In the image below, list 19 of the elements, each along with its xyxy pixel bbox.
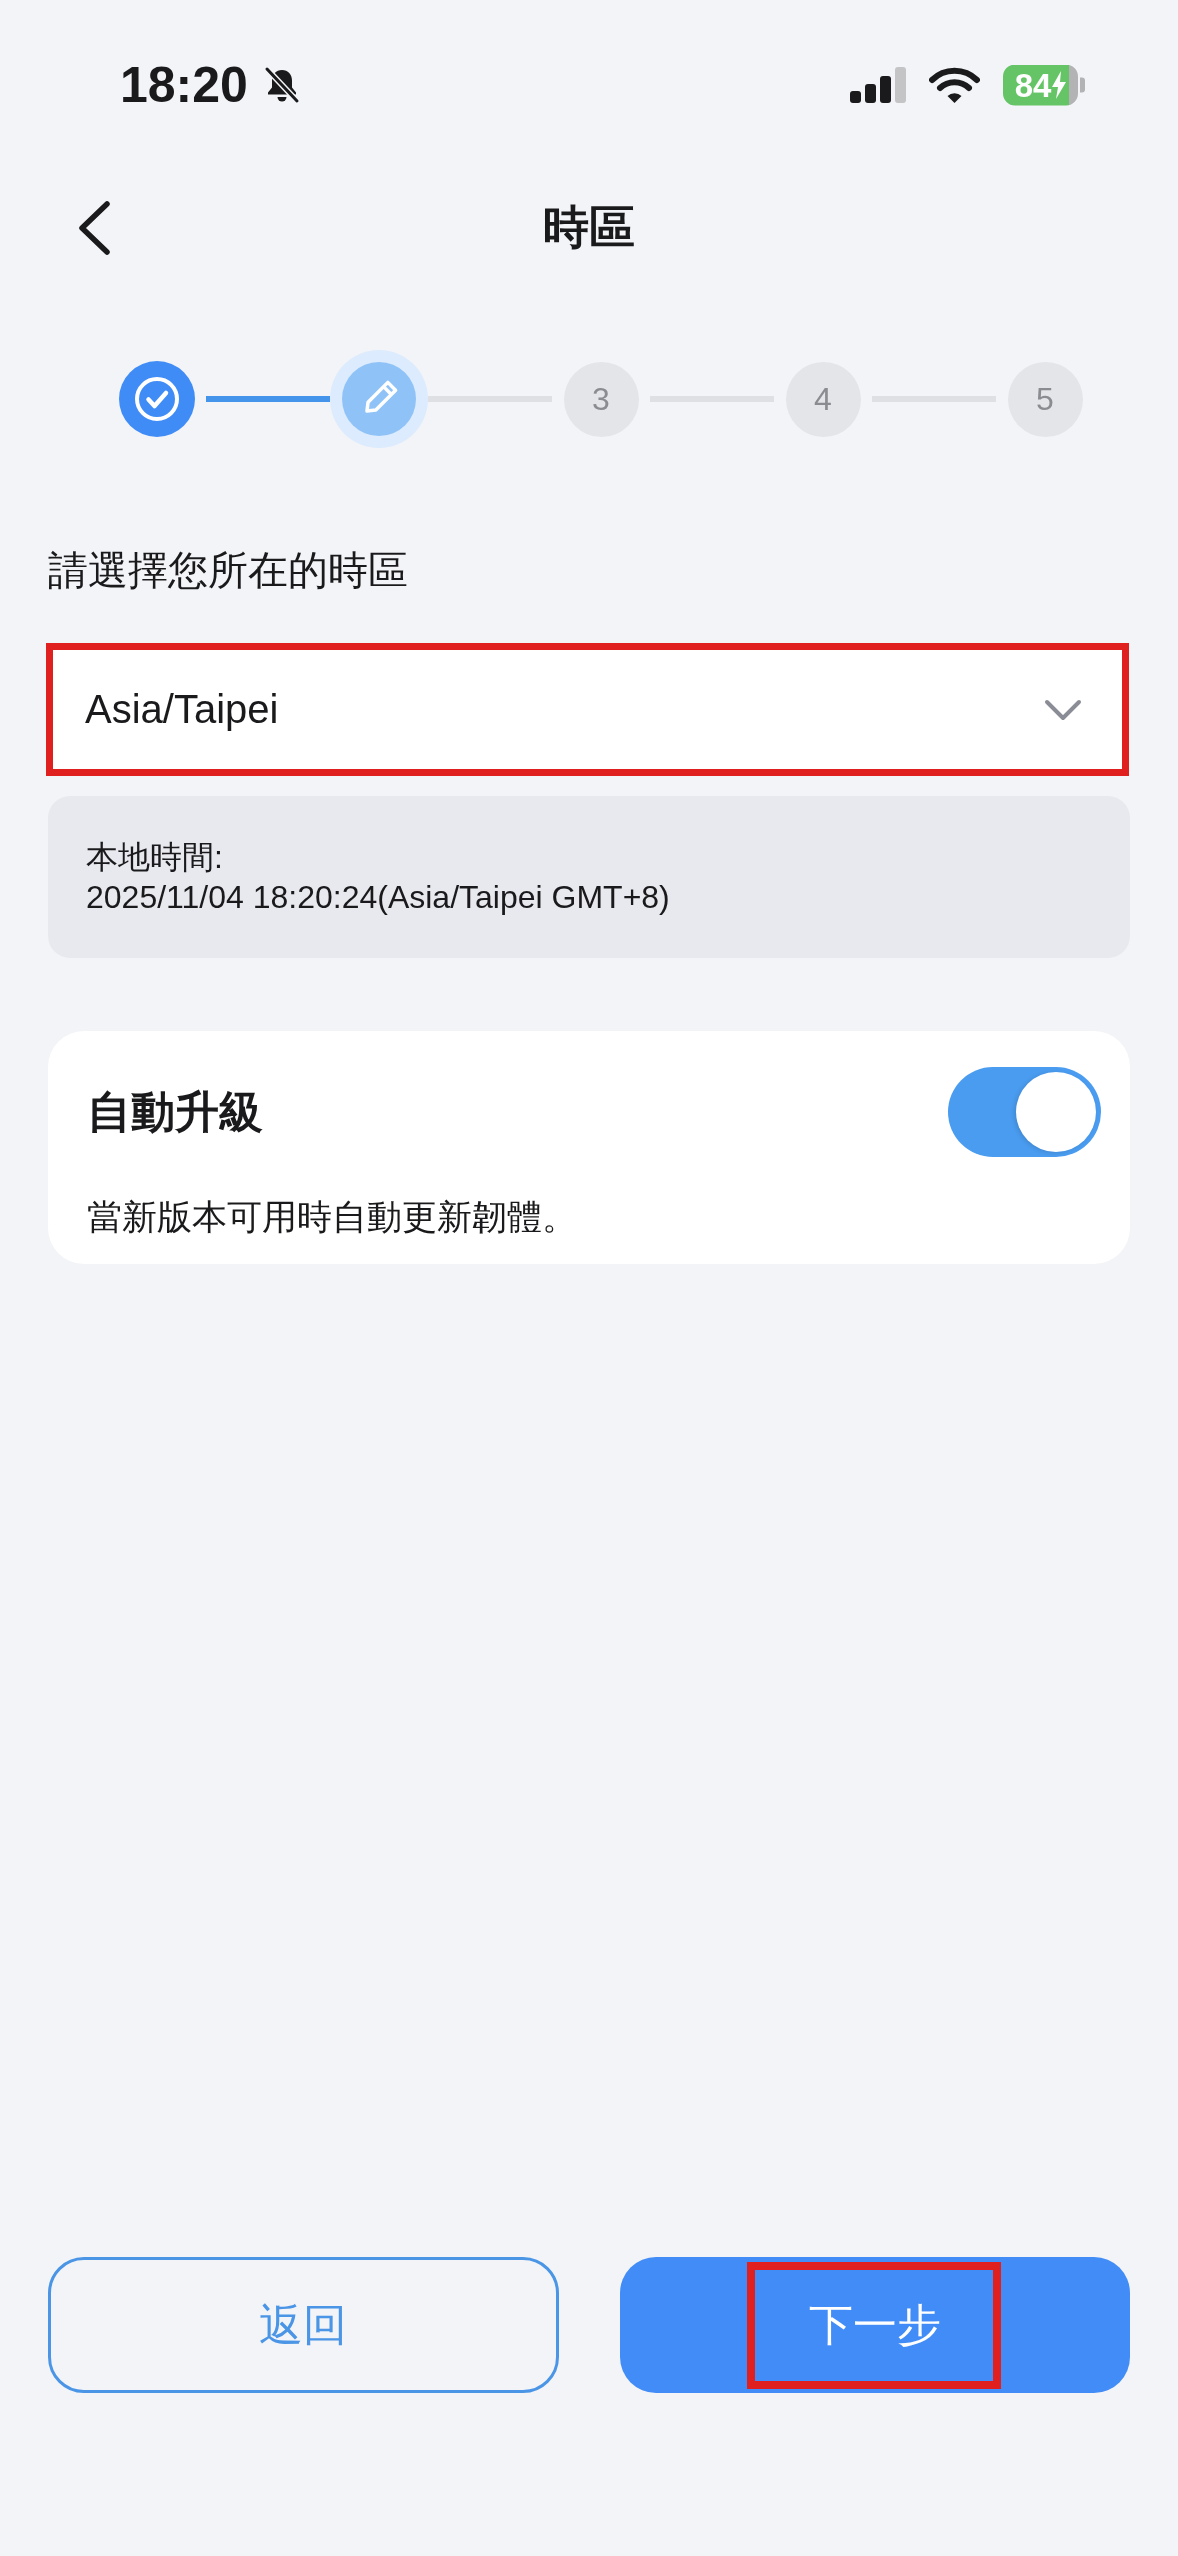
step-number: 4 <box>785 361 861 437</box>
setting-title: 自動升級 <box>87 1085 263 1138</box>
local-time-value: 2025/11/04 18:20:24(Asia/Taipei GMT+8) <box>86 878 670 917</box>
next-button[interactable]: 下一步 <box>619 2257 1130 2393</box>
return-button[interactable]: 返回 <box>48 2257 559 2393</box>
step-number: 5 <box>1007 361 1083 437</box>
step-number: 3 <box>563 361 639 437</box>
field-label: 請選擇您所在的時區 <box>48 547 408 594</box>
setting-description: 當新版本可用時自動更新韌體。 <box>87 1195 577 1238</box>
bolt-icon <box>1052 71 1067 99</box>
local-time-label: 本地時間: <box>86 838 223 877</box>
wifi-icon <box>929 66 980 104</box>
timezone-dropdown[interactable]: Asia/Taipei <box>46 643 1129 776</box>
chevron-left-icon <box>76 200 112 256</box>
page-title: 時區 <box>543 200 635 256</box>
status-time: 18:20 <box>120 60 248 110</box>
signal-icon <box>850 67 907 103</box>
chevron-down-icon <box>1044 698 1082 721</box>
battery-percent: 84 <box>1014 68 1052 102</box>
